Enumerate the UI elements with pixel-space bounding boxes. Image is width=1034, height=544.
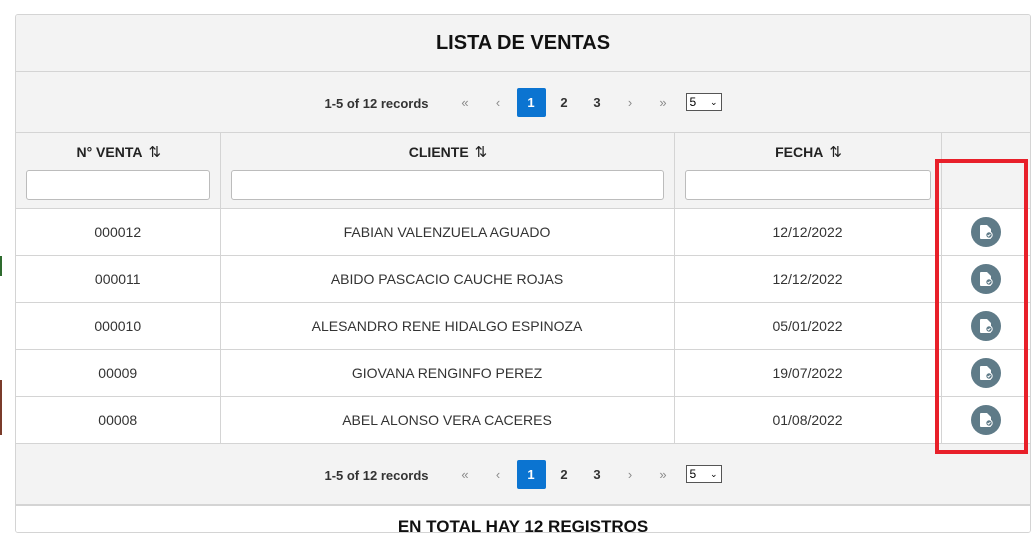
rows-per-page-select[interactable]: 5 ⌄ — [685, 93, 722, 111]
page-button-3[interactable]: 3 — [583, 460, 612, 489]
fecha-cell: 05/01/2022 — [674, 302, 942, 350]
action-cell — [941, 302, 1030, 350]
fecha-cell: 12/12/2022 — [674, 208, 942, 256]
sort-icon[interactable]: ⇅ — [475, 143, 488, 161]
bottom-paginator: 1-5 of 12 records « ‹ 1 2 3 › » 5 ⌄ — [16, 444, 1030, 505]
cliente-cell: GIOVANA RENGINFO PEREZ — [220, 349, 675, 397]
cliente-cell: ABEL ALONSO VERA CACERES — [220, 396, 675, 444]
column-header-actions — [941, 133, 1030, 209]
page-button-2[interactable]: 2 — [550, 460, 579, 489]
view-invoice-button[interactable] — [970, 264, 1001, 294]
table-row: 000012 FABIAN VALENZUELA AGUADO 12/12/20… — [16, 208, 1030, 256]
sort-icon[interactable]: ⇅ — [829, 143, 842, 161]
cliente-filter-input[interactable] — [230, 170, 664, 200]
page-button-2[interactable]: 2 — [550, 88, 579, 117]
file-check-icon — [979, 319, 993, 333]
file-check-icon — [979, 366, 993, 380]
page-title: LISTA DE VENTAS — [16, 15, 1030, 72]
venta-filter-input[interactable] — [26, 170, 210, 200]
venta-cell: 000010 — [16, 302, 221, 350]
fecha-filter-input[interactable] — [684, 170, 931, 200]
column-header-venta[interactable]: N° VENTA ⇅ — [16, 133, 221, 209]
venta-cell: 00009 — [16, 349, 221, 397]
venta-cell: 00008 — [16, 396, 221, 444]
sort-icon[interactable]: ⇅ — [148, 143, 161, 161]
fecha-cell: 19/07/2022 — [674, 349, 942, 397]
last-page-button[interactable]: » — [649, 460, 678, 489]
column-label: N° VENTA — [76, 144, 143, 160]
column-label: FECHA — [775, 144, 824, 160]
next-page-button[interactable]: › — [616, 88, 645, 117]
top-paginator: 1-5 of 12 records « ‹ 1 2 3 › » 5 ⌄ — [16, 72, 1030, 133]
cliente-cell: ABIDO PASCACIO CAUCHE ROJAS — [220, 255, 675, 303]
page-button-1[interactable]: 1 — [516, 87, 546, 117]
chevron-down-icon: ⌄ — [709, 96, 718, 107]
sales-table-panel: LISTA DE VENTAS 1-5 of 12 records « ‹ 1 … — [15, 14, 1031, 533]
paginator-report: 1-5 of 12 records — [324, 467, 429, 483]
left-edge-mark — [0, 256, 2, 276]
table-row: 000011 ABIDO PASCACIO CAUCHE ROJAS 12/12… — [16, 255, 1030, 303]
first-page-button[interactable]: « — [451, 460, 480, 489]
table-row: 000010 ALESANDRO RENE HIDALGO ESPINOZA 0… — [16, 302, 1030, 350]
total-records-footer: EN TOTAL HAY 12 REGISTROS — [16, 505, 1030, 532]
action-cell — [941, 255, 1030, 303]
venta-cell: 000012 — [16, 208, 221, 256]
venta-cell: 000011 — [16, 255, 221, 303]
view-invoice-button[interactable] — [970, 358, 1001, 388]
action-cell — [941, 349, 1030, 397]
fecha-cell: 12/12/2022 — [674, 255, 942, 303]
rows-per-page-value: 5 — [689, 95, 697, 109]
action-cell — [941, 208, 1030, 256]
rows-per-page-value: 5 — [689, 467, 697, 481]
table-row: 00008 ABEL ALONSO VERA CACERES 01/08/202… — [16, 396, 1030, 444]
sales-table: N° VENTA ⇅ CLIENTE ⇅ FECHA ⇅ 000012 FABI… — [16, 133, 1030, 444]
file-check-icon — [979, 272, 993, 286]
first-page-button[interactable]: « — [451, 88, 480, 117]
page-button-1[interactable]: 1 — [516, 459, 546, 489]
action-cell — [941, 396, 1030, 444]
table-row: 00009 GIOVANA RENGINFO PEREZ 19/07/2022 — [16, 349, 1030, 397]
column-label: CLIENTE — [408, 144, 469, 160]
file-check-icon — [979, 225, 993, 239]
page-button-3[interactable]: 3 — [583, 88, 612, 117]
chevron-down-icon: ⌄ — [709, 468, 718, 479]
cliente-cell: ALESANDRO RENE HIDALGO ESPINOZA — [220, 302, 675, 350]
left-edge-mark — [0, 380, 2, 435]
cliente-cell: FABIAN VALENZUELA AGUADO — [220, 208, 675, 256]
rows-per-page-select[interactable]: 5 ⌄ — [685, 465, 722, 483]
last-page-button[interactable]: » — [649, 88, 678, 117]
file-check-icon — [979, 413, 993, 427]
fecha-cell: 01/08/2022 — [674, 396, 942, 444]
next-page-button[interactable]: › — [616, 460, 645, 489]
view-invoice-button[interactable] — [970, 311, 1001, 341]
column-header-cliente[interactable]: CLIENTE ⇅ — [220, 133, 675, 209]
prev-page-button[interactable]: ‹ — [484, 460, 513, 489]
column-header-fecha[interactable]: FECHA ⇅ — [674, 133, 942, 209]
view-invoice-button[interactable] — [970, 217, 1001, 247]
view-invoice-button[interactable] — [970, 405, 1001, 435]
prev-page-button[interactable]: ‹ — [484, 88, 513, 117]
paginator-report: 1-5 of 12 records — [324, 95, 429, 111]
